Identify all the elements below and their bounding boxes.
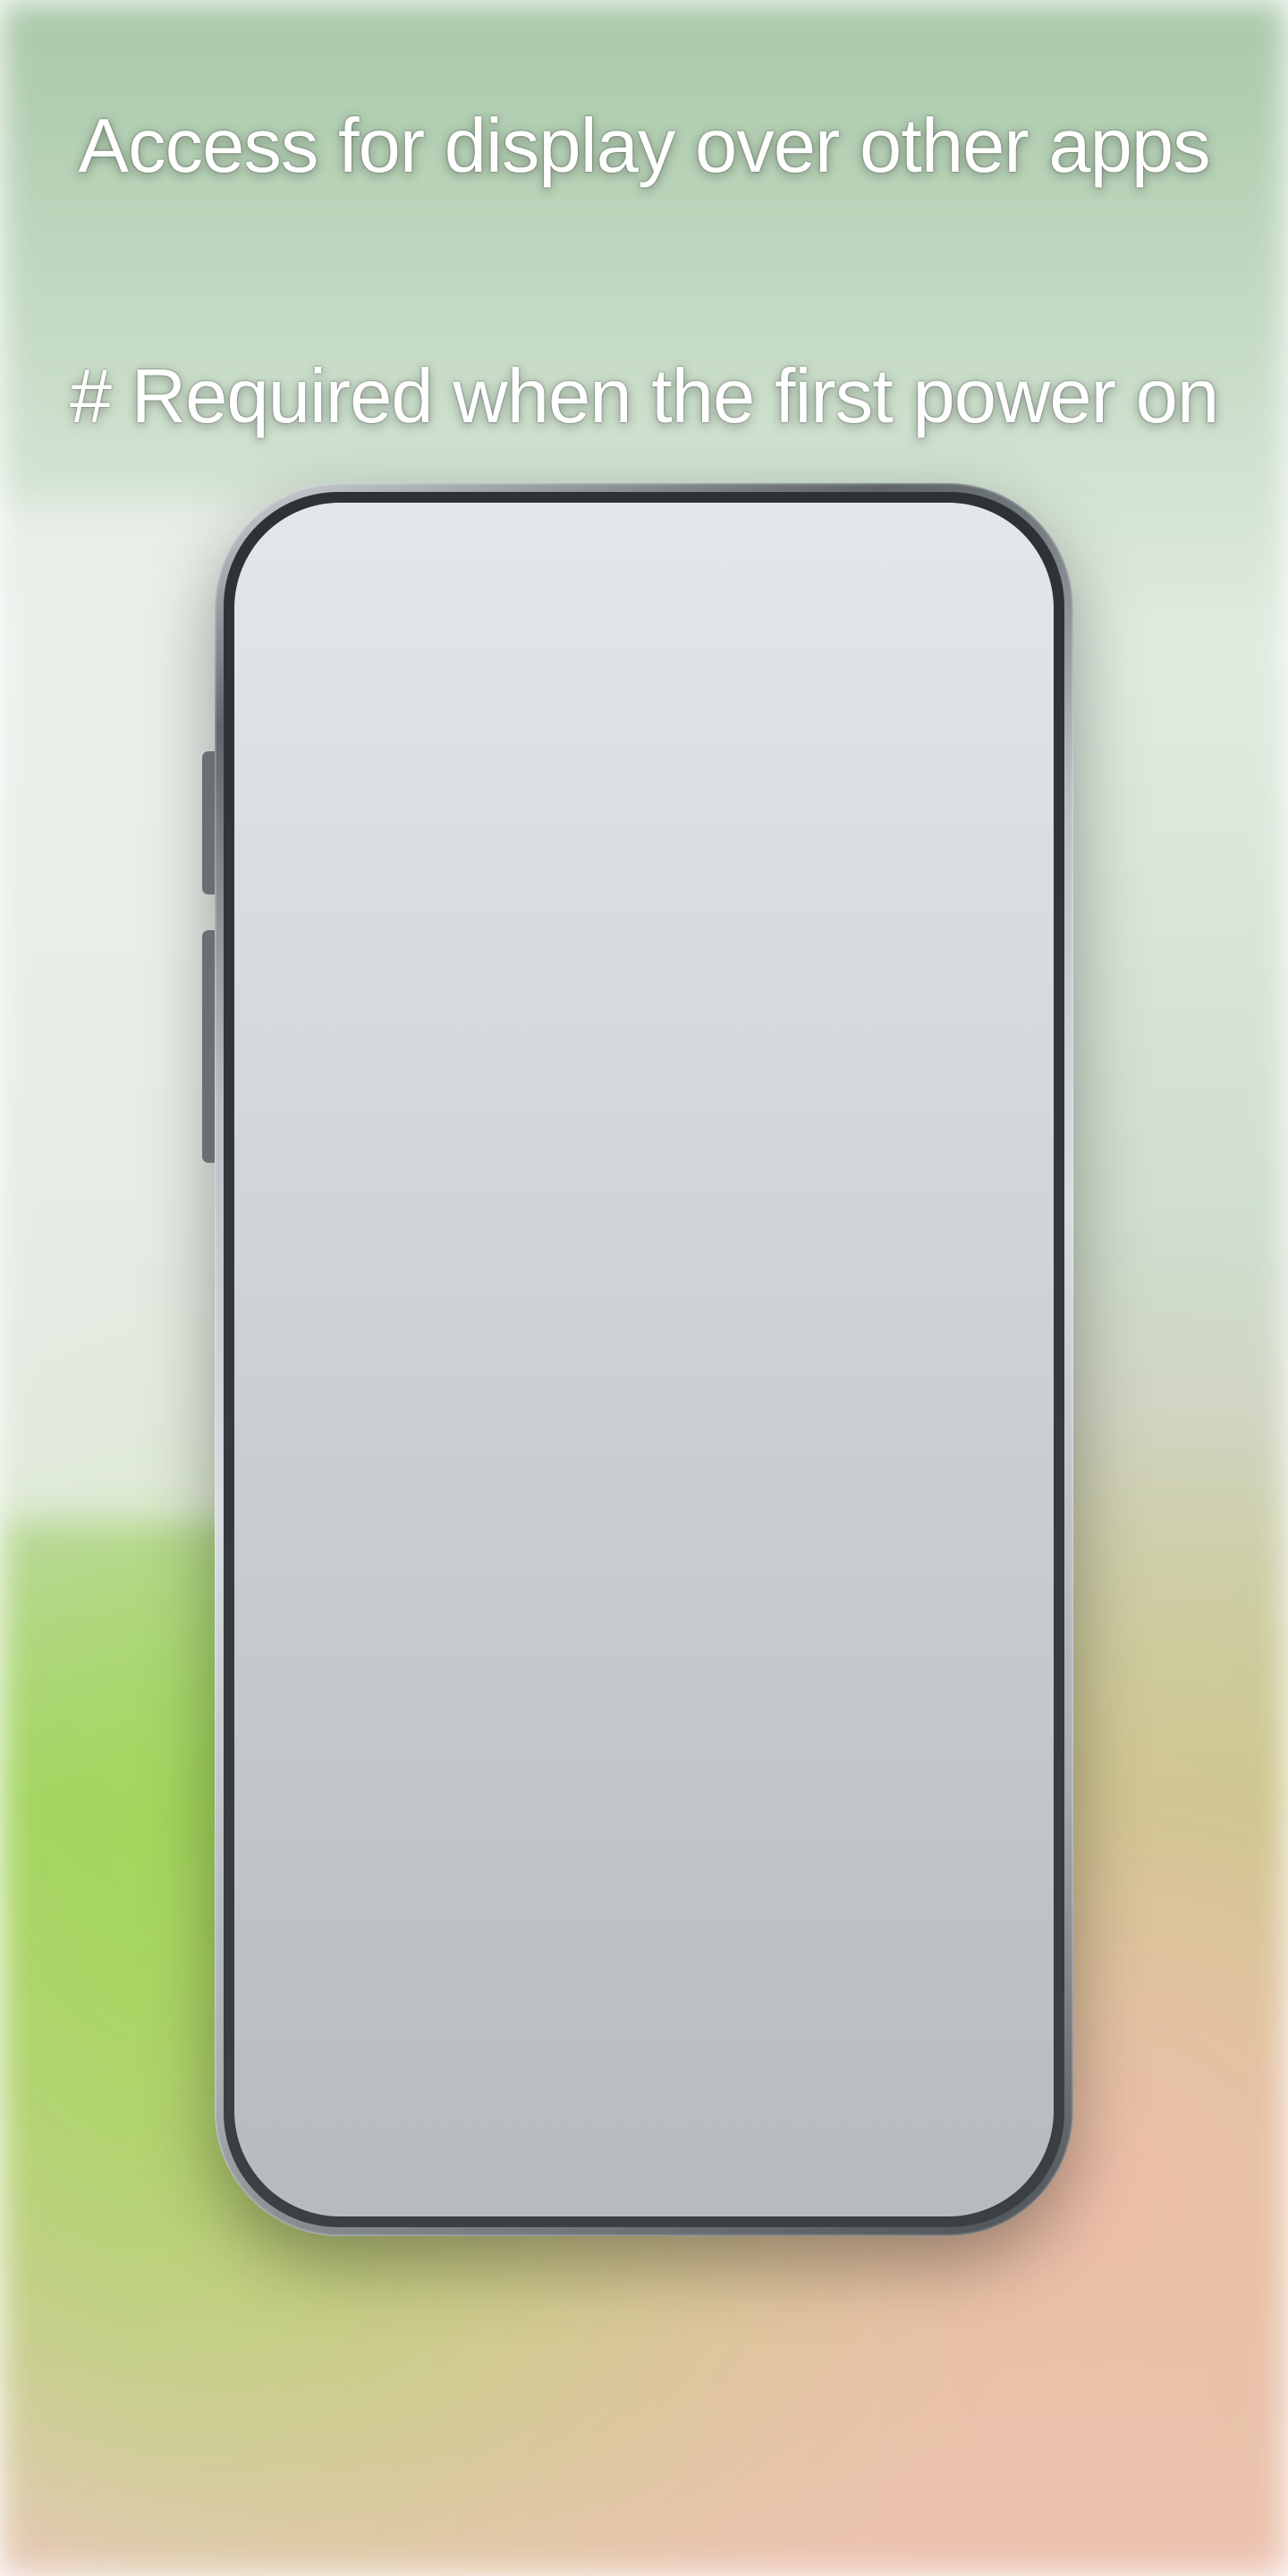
app-icon	[279, 825, 374, 919]
promo-heading-1: Access for display over other apps	[0, 103, 1288, 191]
app-version: 0.8	[402, 878, 528, 909]
app-row[interactable]: Towsemi 0.8 i	[250, 825, 1038, 957]
setting-description: Allow this app to display on top of othe…	[250, 1050, 984, 1177]
phone-earpiece	[528, 556, 760, 590]
battery-charging-icon	[912, 671, 932, 701]
home-button[interactable]	[519, 2102, 769, 2191]
app-info-button[interactable]: i	[973, 854, 1009, 890]
cell-signal-icon	[875, 672, 905, 700]
eye-icon	[267, 674, 301, 698]
status-bar: 12:15	[250, 662, 1038, 710]
status-bar-clock: 12:15	[941, 669, 1021, 704]
promo-heading-2: # Required when the first power on	[0, 353, 1288, 441]
recent-apps-icon[interactable]	[367, 2118, 429, 2166]
back-icon[interactable]	[859, 2118, 921, 2166]
phone-screen: 12:15 Display over other apps Towsemi 0.…	[250, 662, 1038, 2057]
phone-frame: 12:15 Display over other apps Towsemi 0.…	[215, 483, 1073, 2236]
info-icon: i	[988, 860, 995, 885]
toggle-label: Allow display over other apps	[279, 985, 914, 1022]
allow-overlay-switch[interactable]	[932, 984, 1009, 1023]
wifi-icon	[832, 672, 868, 700]
phone-sensors	[510, 562, 571, 587]
phone-side-button	[202, 751, 215, 894]
phone-front-camera	[771, 556, 805, 590]
page-title: Display over other apps	[250, 710, 1038, 825]
allow-overlay-toggle-row[interactable]: Allow display over other apps	[250, 957, 1038, 1050]
app-name: Towsemi	[402, 835, 528, 873]
phone-side-button	[202, 930, 215, 1163]
